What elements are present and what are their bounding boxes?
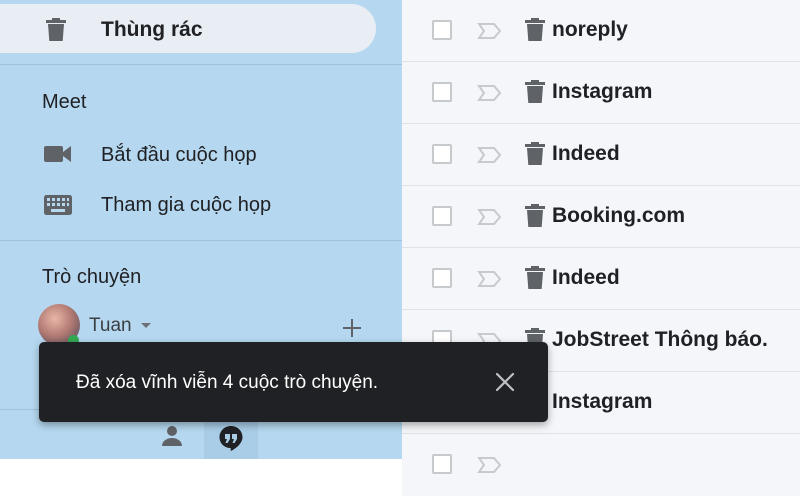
row-checkbox[interactable]: [432, 144, 452, 164]
chat-user-switcher[interactable]: Tuan: [38, 304, 368, 346]
mail-row[interactable]: [402, 434, 800, 496]
mail-row[interactable]: Instagram: [402, 62, 800, 124]
mail-sender: noreply: [552, 18, 628, 41]
importance-marker-icon[interactable]: [477, 84, 503, 107]
mail-sender: Indeed: [552, 142, 620, 165]
meet-section-title: Meet: [42, 91, 87, 113]
mail-sender: Instagram: [552, 80, 653, 103]
row-checkbox[interactable]: [432, 82, 452, 102]
mail-row[interactable]: Indeed: [402, 248, 800, 310]
importance-marker-icon[interactable]: [477, 208, 503, 231]
mail-sender: Booking.com: [552, 204, 686, 227]
importance-marker-icon[interactable]: [477, 270, 503, 293]
sidebar-item-start-meeting[interactable]: Bắt đầu cuộc họp: [0, 136, 400, 176]
toast-notification: Đã xóa vĩnh viễn 4 cuộc trò chuyện.: [39, 342, 548, 422]
importance-marker-icon[interactable]: [477, 22, 503, 45]
section-divider: [0, 240, 402, 241]
hangouts-quote-icon: [218, 425, 244, 456]
row-checkbox[interactable]: [432, 20, 452, 40]
row-checkbox[interactable]: [432, 268, 452, 288]
sidebar-item-trash[interactable]: Thùng rác: [0, 4, 376, 53]
row-checkbox[interactable]: [432, 454, 452, 474]
chat-section-title: Trò chuyện: [42, 266, 142, 288]
chat-user-name: Tuan: [89, 315, 132, 336]
row-checkbox[interactable]: [432, 206, 452, 226]
section-divider: [0, 64, 402, 65]
chevron-down-icon: [141, 323, 151, 328]
sidebar-item-join-meeting[interactable]: Tham gia cuộc họp: [0, 186, 400, 226]
plus-icon[interactable]: [342, 318, 362, 343]
mail-row[interactable]: Booking.com: [402, 186, 800, 248]
keyboard-icon: [44, 194, 72, 221]
close-icon[interactable]: [495, 372, 515, 397]
trash-icon: [524, 204, 546, 233]
mail-row[interactable]: Indeed: [402, 124, 800, 186]
trash-icon: [524, 18, 546, 47]
trash-icon: [524, 266, 546, 295]
sidebar-item-label: Tham gia cuộc họp: [101, 194, 272, 216]
importance-marker-icon[interactable]: [477, 456, 503, 479]
video-camera-icon: [44, 144, 72, 169]
importance-marker-icon[interactable]: [477, 146, 503, 169]
trash-icon: [45, 18, 67, 47]
person-icon[interactable]: [161, 425, 183, 452]
sidebar-item-label: Thùng rác: [101, 18, 203, 41]
mail-sender: Indeed: [552, 266, 620, 289]
mail-sender: Instagram: [552, 390, 653, 413]
toast-message: Đã xóa vĩnh viễn 4 cuộc trò chuyện.: [76, 372, 379, 393]
sidebar-item-label: Bắt đầu cuộc họp: [101, 144, 257, 166]
mail-row[interactable]: noreply: [402, 0, 800, 62]
trash-icon: [524, 80, 546, 109]
mail-sender: JobStreet Thông báo.: [552, 328, 768, 351]
trash-icon: [524, 142, 546, 171]
